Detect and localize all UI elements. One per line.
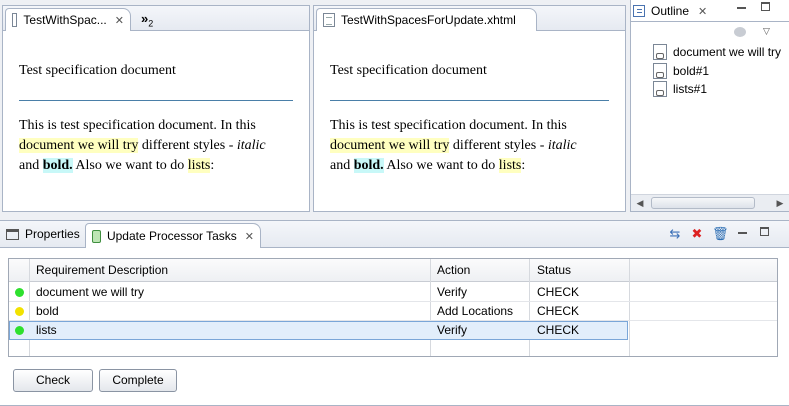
doc-text: This is test specification document. In … (19, 118, 256, 133)
row-action: Verify (437, 285, 468, 299)
scroll-left-icon[interactable]: ◀ (633, 197, 647, 209)
row-status: CHECK (537, 304, 580, 318)
view-menu-icon[interactable]: ▽ (763, 26, 770, 37)
horizontal-scrollbar[interactable]: ◀ ▶ (631, 194, 789, 211)
doc-text: and (19, 158, 43, 173)
properties-icon (6, 228, 19, 240)
doc-title: Test specification document (19, 63, 176, 78)
tasks-table: Requirement Description Action Status do… (8, 258, 778, 357)
highlight-bold[interactable]: bold. (42, 158, 73, 173)
editor-right-tabbar: TestWithSpacesForUpdate.xhtml (314, 6, 625, 31)
outline-item[interactable]: document we will try (653, 44, 781, 60)
outline-node-icon (653, 81, 667, 97)
tab-tasks-label: Update Processor Tasks (106, 229, 237, 243)
document-view-right[interactable]: Test specification document This is test… (314, 31, 625, 211)
tab-test-with-spaces[interactable]: TestWithSpac... ✕ (5, 8, 131, 31)
table-row[interactable]: document we will try Verify CHECK (9, 283, 777, 302)
highlight-document-we-will-try[interactable]: document we will try (19, 138, 139, 153)
close-icon[interactable]: ✕ (245, 230, 254, 243)
bottom-tabbar: Properties Update Processor Tasks ✕ ⇆ ✖ … (0, 221, 789, 248)
status-dot-icon (15, 288, 24, 297)
highlight-bold[interactable]: bold. (353, 158, 384, 173)
doc-text: : (210, 158, 215, 173)
doc-paragraph: This is test specification document. In … (330, 116, 609, 176)
editor-left: TestWithSpac... ✕ »2 Test specification … (2, 5, 310, 212)
outline-item[interactable]: bold#1 (653, 63, 709, 79)
doc-text: different styles - (138, 138, 237, 153)
table-header: Requirement Description Action Status (9, 259, 777, 282)
doc-italic: italic (236, 138, 266, 153)
close-icon[interactable]: ✕ (115, 14, 124, 27)
tab-test-with-spaces-for-update[interactable]: TestWithSpacesForUpdate.xhtml (316, 8, 537, 31)
minimize-icon[interactable] (737, 7, 746, 9)
row-status: CHECK (537, 285, 580, 299)
doc-text: Also we want to do (383, 158, 499, 173)
outline-tabbar: Outline ✕ (631, 0, 789, 22)
minimize-icon[interactable] (738, 232, 747, 234)
doc-text: Also we want to do (72, 158, 188, 173)
row-description: document we will try (36, 285, 145, 299)
highlight-lists[interactable]: lists (498, 158, 522, 173)
tab-update-processor-tasks[interactable]: Update Processor Tasks ✕ (85, 223, 261, 248)
doc-divider (19, 100, 293, 101)
outline-view: Outline ✕ ▽ document we will try bold#1 … (630, 0, 789, 212)
document-view-left[interactable]: Test specification document This is test… (3, 31, 309, 211)
outline-node-icon (653, 63, 667, 79)
trash-icon[interactable]: 🗑 (712, 227, 729, 241)
doc-text: This is test specification document. In … (330, 118, 567, 133)
collapse-all-icon[interactable] (734, 27, 746, 37)
row-status: CHECK (537, 323, 580, 337)
doc-text: different styles - (449, 138, 548, 153)
outline-item-label: lists#1 (673, 82, 708, 96)
tab-overflow-button[interactable]: »2 (141, 11, 153, 29)
outline-item-label: document we will try (673, 45, 782, 59)
doc-divider (330, 100, 609, 101)
row-action: Verify (437, 323, 468, 337)
column-header-action[interactable]: Action (437, 261, 470, 280)
highlight-document-we-will-try[interactable]: document we will try (330, 138, 450, 153)
status-dot-icon (15, 307, 24, 316)
document-icon (12, 13, 18, 27)
doc-paragraph: This is test specification document. In … (19, 116, 293, 176)
tab-properties[interactable]: Properties (6, 227, 80, 241)
doc-title: Test specification document (330, 63, 487, 78)
scroll-right-icon[interactable]: ▶ (773, 197, 787, 209)
table-row-empty (9, 340, 777, 359)
tasks-icon (92, 229, 101, 243)
row-action: Add Locations (437, 304, 514, 318)
close-icon[interactable]: ✕ (698, 5, 707, 18)
tab-outline-label: Outline (651, 4, 690, 18)
update-icon[interactable]: ⇆ (668, 227, 682, 241)
editor-left-tabbar: TestWithSpac... ✕ »2 (3, 6, 309, 31)
outline-icon (633, 5, 645, 17)
tab-properties-label: Properties (25, 227, 80, 241)
doc-text: and (330, 158, 354, 173)
editor-right: TestWithSpacesForUpdate.xhtml Test speci… (313, 5, 626, 212)
doc-italic: italic (547, 138, 577, 153)
complete-button[interactable]: Complete (99, 369, 177, 392)
outline-item-label: bold#1 (673, 64, 710, 78)
table-row-selected[interactable]: lists Verify CHECK (9, 321, 628, 340)
overflow-count: 2 (148, 18, 154, 29)
highlight-lists[interactable]: lists (187, 158, 211, 173)
maximize-icon[interactable] (761, 2, 770, 11)
row-description: lists (36, 323, 57, 337)
status-dot-icon (15, 326, 24, 335)
outline-item[interactable]: lists#1 (653, 81, 707, 97)
column-header-status[interactable]: Status (537, 261, 571, 280)
row-description: bold (36, 304, 59, 318)
document-icon (323, 13, 335, 27)
column-header-description[interactable]: Requirement Description (36, 261, 168, 280)
maximize-icon[interactable] (760, 227, 769, 236)
tab-label: TestWithSpacesForUpdate.xhtml (341, 13, 516, 27)
outline-node-icon (653, 44, 667, 60)
tab-outline[interactable]: Outline ✕ (633, 4, 707, 18)
doc-text: : (521, 158, 526, 173)
check-button[interactable]: Check (13, 369, 93, 392)
delete-icon[interactable]: ✖ (690, 227, 704, 241)
table-row[interactable]: bold Add Locations CHECK (9, 302, 777, 321)
tab-label: TestWithSpac... (23, 13, 107, 27)
scroll-thumb[interactable] (651, 197, 755, 209)
